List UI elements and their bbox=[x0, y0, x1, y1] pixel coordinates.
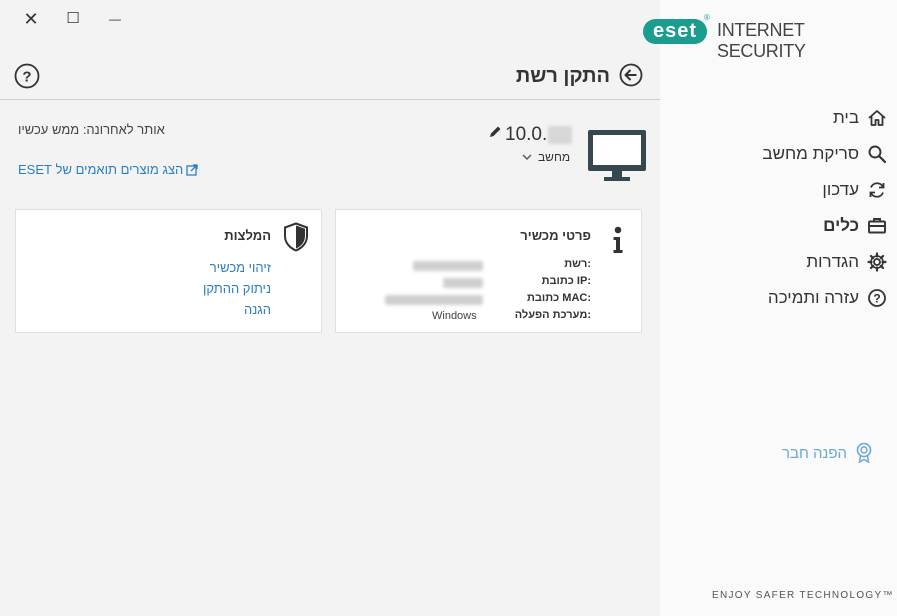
page-help-icon[interactable]: ? bbox=[14, 63, 40, 89]
redacted-value bbox=[443, 278, 483, 288]
sidebar-item-update[interactable]: עדכון bbox=[822, 178, 887, 202]
search-icon bbox=[868, 145, 887, 164]
last-seen-text: אותר לאחרונה: ממש עכשיו bbox=[18, 122, 165, 137]
chevron-down-icon bbox=[522, 154, 532, 160]
toolbox-icon bbox=[868, 218, 886, 234]
gear-icon bbox=[867, 252, 887, 272]
sidebar-item-computer-scan[interactable]: סריקת מחשב bbox=[762, 142, 887, 166]
tagline: ENJOY SAFER TECHNOLOGY™ bbox=[712, 590, 894, 601]
card-title: המלצות bbox=[224, 228, 271, 243]
sidebar-item-tools[interactable]: כלים bbox=[823, 214, 887, 238]
edit-pencil-icon[interactable] bbox=[488, 125, 502, 139]
computer-monitor-icon bbox=[588, 130, 646, 181]
sidebar-item-settings[interactable]: הגדרות bbox=[806, 250, 887, 274]
sidebar-item-home[interactable]: בית bbox=[833, 106, 887, 130]
award-icon bbox=[856, 442, 872, 464]
detail-row-os: מערכת הפעלה: Windows bbox=[391, 309, 591, 325]
product-name: INTERNET SECURITY bbox=[717, 20, 806, 61]
info-icon bbox=[613, 226, 623, 253]
detail-row-network: רשת: bbox=[391, 258, 591, 274]
card-title: פרטי מכשיר bbox=[520, 228, 591, 243]
detail-label: כתובת IP: bbox=[541, 275, 591, 287]
shield-icon bbox=[284, 222, 308, 252]
detail-label: מערכת הפעלה: bbox=[514, 309, 591, 321]
help-icon: ? bbox=[868, 289, 886, 307]
redacted-value bbox=[413, 261, 483, 271]
detail-label: כתובת MAC: bbox=[526, 292, 591, 304]
sidebar-item-help-support[interactable]: עזרה ותמיכה ? bbox=[768, 286, 887, 310]
minimize-window-button[interactable]: — bbox=[104, 8, 126, 30]
back-arrow-icon[interactable] bbox=[619, 63, 643, 87]
page-title: התקן רשת bbox=[515, 65, 610, 87]
registered-mark: ® bbox=[704, 13, 710, 22]
sidebar-item-label: סריקת מחשב bbox=[762, 144, 859, 163]
eset-products-label: הצג מוצרים תואמים של ESET bbox=[18, 162, 184, 177]
detail-row-mac: כתובת MAC: bbox=[385, 292, 591, 308]
os-value: Windows bbox=[432, 310, 477, 322]
sidebar-item-label: הגדרות bbox=[806, 252, 859, 271]
maximize-window-button[interactable]: ☐ bbox=[62, 8, 84, 30]
refer-friend-link[interactable]: הפנה חבר bbox=[782, 442, 873, 464]
disconnect-device-link[interactable]: ניתוק ההתקן bbox=[203, 281, 271, 296]
device-type-label: מחשב bbox=[538, 150, 571, 164]
device-ip: 10.0. bbox=[505, 124, 548, 145]
svg-text:?: ? bbox=[873, 292, 880, 306]
svg-text:?: ? bbox=[22, 69, 31, 86]
ip-redacted bbox=[548, 126, 572, 144]
detail-row-ip: כתובת IP: bbox=[391, 275, 591, 291]
redacted-value bbox=[385, 295, 483, 305]
sidebar-item-label: עדכון bbox=[822, 180, 859, 199]
external-link-icon bbox=[186, 163, 198, 176]
home-icon bbox=[868, 110, 886, 126]
recommendations-card: המלצות זיהוי מכשיר ניתוק ההתקן הגנה bbox=[15, 209, 322, 333]
refer-friend-label: הפנה חבר bbox=[782, 444, 848, 462]
details-list: רשת: כתובת IP: כתובת MAC: מערכת הפעלה: W… bbox=[385, 258, 591, 328]
eset-logo: eset bbox=[643, 19, 707, 44]
sidebar-item-label: כלים bbox=[823, 216, 859, 235]
device-type-dropdown[interactable]: מחשב bbox=[522, 150, 570, 164]
protection-link[interactable]: הגנה bbox=[244, 302, 271, 317]
page-header: התקן רשת ? bbox=[0, 60, 660, 100]
identify-device-link[interactable]: זיהוי מכשיר bbox=[210, 260, 271, 275]
refresh-icon bbox=[869, 182, 885, 198]
device-details-card: פרטי מכשיר רשת: כתובת IP: כתובת MAC: מער… bbox=[335, 209, 642, 333]
close-window-button[interactable]: ✕ bbox=[20, 8, 42, 30]
sidebar-item-label: בית bbox=[833, 108, 859, 127]
detail-label: רשת: bbox=[564, 258, 591, 270]
show-eset-products-link[interactable]: הצג מוצרים תואמים של ESET bbox=[18, 162, 198, 177]
sidebar-item-label: עזרה ותמיכה bbox=[767, 288, 859, 307]
